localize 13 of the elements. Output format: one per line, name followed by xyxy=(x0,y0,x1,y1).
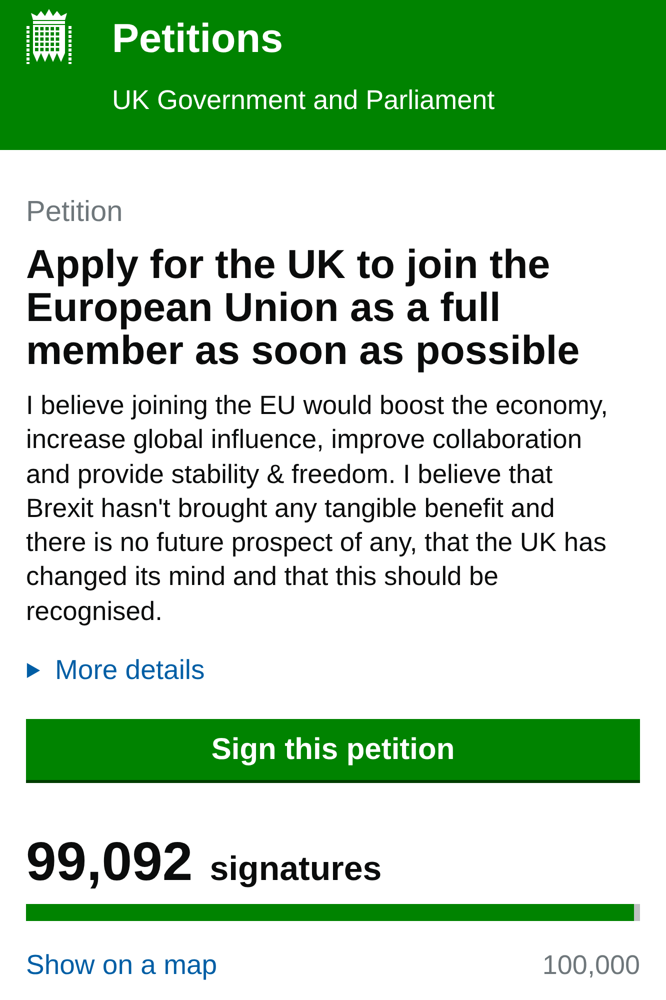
signature-count: 99,092 xyxy=(26,834,193,890)
triangle-icon xyxy=(26,662,41,678)
more-details-toggle[interactable]: More details xyxy=(26,654,205,686)
show-on-map-link[interactable]: Show on a map xyxy=(26,949,218,982)
petition-title: Apply for the UK to join the European Union as a full member as soon as possible xyxy=(26,243,581,372)
petition-label: Petition xyxy=(26,195,124,229)
petition-description: I believe joining the EU would boost the economy, increase global influence, improve collaboration and provide stability & freedom. I believe that Brexit hasn't brought any tangible benefit and there is no future prospect of any, that the UK has changed its mind and that this should be recognised. xyxy=(26,389,609,628)
site-title[interactable]: Petitions xyxy=(112,14,495,62)
site-subtitle: UK Government and Parliament xyxy=(112,85,495,115)
signature-target: 100,000 xyxy=(542,949,640,982)
portcullis-logo-icon xyxy=(25,8,73,66)
sign-petition-button[interactable]: Sign this petition xyxy=(26,719,640,784)
signatures-label: signatures xyxy=(210,849,382,890)
